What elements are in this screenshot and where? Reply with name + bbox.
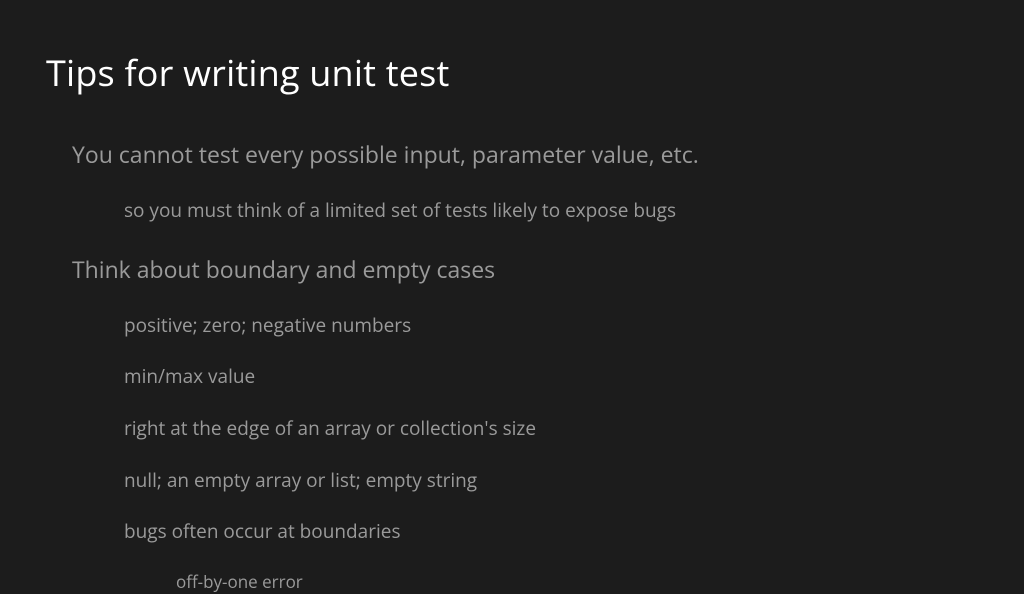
bullet-sub-1-3: null; an empty array or list; empty stri…	[124, 468, 978, 494]
slide-title: Tips for writing unit test	[46, 48, 978, 97]
slide-content: You cannot test every possible input, pa…	[46, 139, 978, 594]
sub-list-1: positive; zero; negative numbers min/max…	[72, 313, 978, 594]
sub-sub-list-1: off-by-one error	[124, 571, 978, 594]
sub-list-0: so you must think of a limited set of te…	[72, 198, 978, 224]
bullet-main-1: Think about boundary and empty cases	[72, 254, 978, 285]
bullet-sub-1-0: positive; zero; negative numbers	[124, 313, 978, 339]
bullet-sub-1-4: bugs often occur at boundaries	[124, 519, 978, 545]
bullet-main-0: You cannot test every possible input, pa…	[72, 139, 978, 170]
bullet-sub-0-0: so you must think of a limited set of te…	[124, 198, 978, 224]
bullet-sub-1-1: min/max value	[124, 364, 978, 390]
bullet-sub-sub-1-0: off-by-one error	[176, 571, 978, 594]
bullet-sub-1-2: right at the edge of an array or collect…	[124, 416, 978, 442]
